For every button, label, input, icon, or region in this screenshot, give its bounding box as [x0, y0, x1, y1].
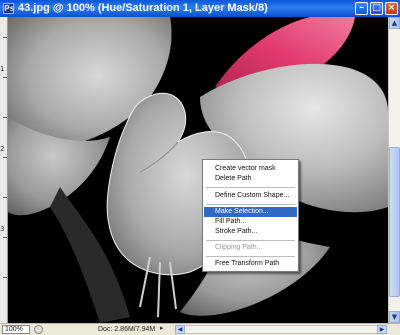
- scroll-left-arrow-icon[interactable]: ◀: [175, 325, 185, 334]
- menu-divider: [206, 187, 295, 188]
- menu-item-fill-path[interactable]: Fill Path...: [204, 217, 297, 227]
- menu-item-define-custom-shape[interactable]: Define Custom Shape...: [204, 191, 297, 201]
- flower-image: [0, 17, 388, 323]
- document-size-info: Doc: 2.86M/7.94M: [98, 326, 156, 333]
- vertical-ruler[interactable]: 1 2 3: [0, 17, 8, 323]
- menu-divider: [206, 256, 295, 257]
- ruler-label: 3: [0, 225, 5, 233]
- menu-divider: [206, 240, 295, 241]
- menu-item-create-vector-mask[interactable]: Create vector mask: [204, 164, 297, 174]
- horizontal-scrollbar[interactable]: ◀ ▶: [175, 325, 387, 334]
- ruler-label: 2: [0, 145, 5, 153]
- vertical-scrollbar[interactable]: ▲ ▼: [388, 17, 400, 323]
- menu-item-clipping-path[interactable]: Clipping Path...: [204, 243, 297, 253]
- scroll-down-arrow-icon[interactable]: ▼: [389, 311, 400, 323]
- close-button[interactable]: ×: [385, 2, 398, 15]
- image-canvas[interactable]: [0, 17, 388, 323]
- title-bar[interactable]: Ps 43.jpg @ 100% (Hue/Saturation 1, Laye…: [0, 0, 400, 17]
- menu-item-free-transform-path[interactable]: Free Transform Path: [204, 259, 297, 269]
- zoom-field[interactable]: 100%: [2, 325, 30, 334]
- menu-divider: [206, 204, 295, 205]
- info-icon[interactable]: [34, 325, 43, 334]
- window-title: 43.jpg @ 100% (Hue/Saturation 1, Layer M…: [18, 2, 268, 14]
- status-menu-arrow-icon[interactable]: ▸: [160, 324, 164, 334]
- document-window: Ps 43.jpg @ 100% (Hue/Saturation 1, Laye…: [0, 0, 400, 335]
- scroll-up-arrow-icon[interactable]: ▲: [389, 17, 400, 29]
- path-context-menu: Create vector mask Delete Path Define Cu…: [202, 159, 299, 272]
- menu-item-stroke-path[interactable]: Stroke Path...: [204, 227, 297, 237]
- menu-item-make-selection[interactable]: Make Selection...: [204, 207, 297, 217]
- menu-item-delete-path[interactable]: Delete Path: [204, 174, 297, 184]
- ruler-label: 1: [0, 65, 5, 73]
- minimize-button[interactable]: –: [355, 2, 368, 15]
- status-bar: 100% Doc: 2.86M/7.94M ▸ ◀ ▶: [0, 323, 400, 335]
- scroll-thumb[interactable]: [389, 147, 400, 297]
- photoshop-icon[interactable]: Ps: [3, 3, 14, 14]
- scroll-right-arrow-icon[interactable]: ▶: [377, 325, 387, 334]
- maximize-button[interactable]: □: [370, 2, 383, 15]
